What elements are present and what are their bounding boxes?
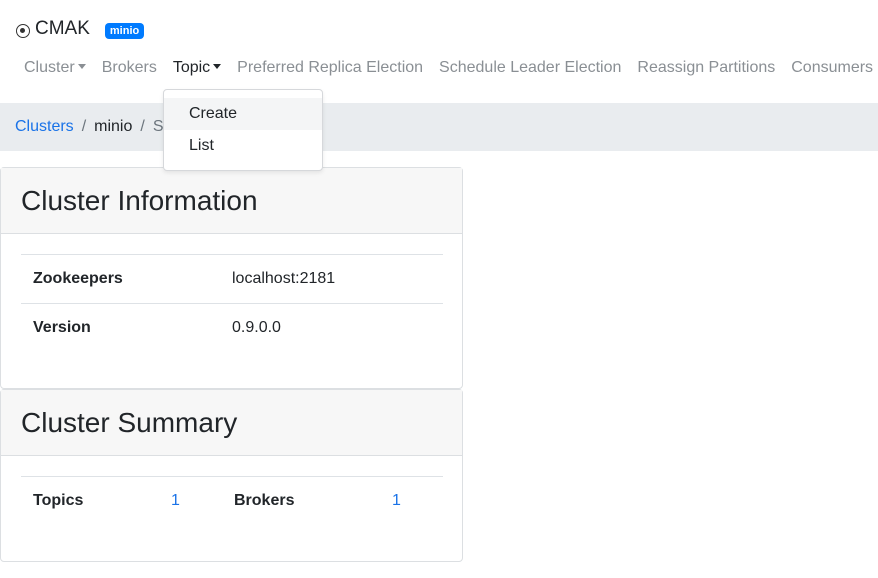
nav-reassign-partitions[interactable]: Reassign Partitions: [637, 59, 775, 77]
summary-row: Topics 1 Brokers 1: [21, 476, 443, 525]
nav-topic[interactable]: Topic: [172, 59, 222, 77]
nav-topic-label: Topic: [172, 59, 211, 76]
dropdown-item-create[interactable]: Create: [164, 98, 322, 130]
nav-schedule-leader-election[interactable]: Schedule Leader Election: [439, 59, 621, 77]
caret-down-icon: [77, 64, 86, 69]
version-value: 0.9.0.0: [232, 319, 281, 336]
topics-label: Topics: [33, 492, 84, 509]
breadcrumb-separator: /: [140, 118, 145, 135]
breadcrumb-current: S: [152, 118, 164, 135]
cluster-badge: minio: [104, 22, 145, 39]
zookeepers-value: localhost:2181: [232, 270, 336, 287]
nav-cluster-label: Cluster: [24, 59, 75, 76]
cluster-information-card: Cluster Information Zookeepers localhost…: [0, 167, 463, 389]
breadcrumb-separator: /: [81, 118, 87, 135]
zookeepers-row: Zookeepers localhost:2181: [21, 254, 443, 303]
breadcrumb-cluster[interactable]: minio: [94, 118, 132, 136]
cluster-summary-title: Cluster Summary: [1, 390, 462, 456]
breadcrumb: Clusters / minio / S: [0, 103, 878, 151]
caret-down-icon: [213, 64, 222, 69]
topics-count-link[interactable]: 1: [171, 492, 180, 510]
navbar: CMAK minio Cluster Brokers Topic Preferr…: [0, 0, 878, 103]
zookeepers-label: Zookeepers: [33, 270, 123, 287]
nav-brokers[interactable]: Brokers: [102, 59, 157, 77]
version-row: Version 0.9.0.0: [21, 303, 443, 352]
dropdown-item-list[interactable]: List: [164, 130, 322, 162]
circle-dot-icon: [16, 23, 30, 38]
version-label: Version: [33, 319, 91, 336]
brand[interactable]: CMAK minio: [16, 16, 145, 42]
cluster-information-title: Cluster Information: [1, 168, 462, 234]
nav-preferred-replica-election[interactable]: Preferred Replica Election: [237, 59, 423, 77]
topic-dropdown-menu: Create List: [163, 89, 323, 171]
main-nav: Cluster Brokers Topic Preferred Replica …: [24, 57, 878, 79]
cluster-summary-card: Cluster Summary Topics 1 Brokers 1: [0, 389, 463, 562]
brokers-label: Brokers: [234, 492, 295, 509]
breadcrumb-clusters[interactable]: Clusters: [15, 118, 74, 136]
brand-name[interactable]: CMAK: [35, 18, 90, 40]
nav-consumers[interactable]: Consumers: [791, 59, 873, 77]
brokers-count-link[interactable]: 1: [392, 492, 401, 510]
nav-cluster[interactable]: Cluster: [24, 59, 86, 77]
